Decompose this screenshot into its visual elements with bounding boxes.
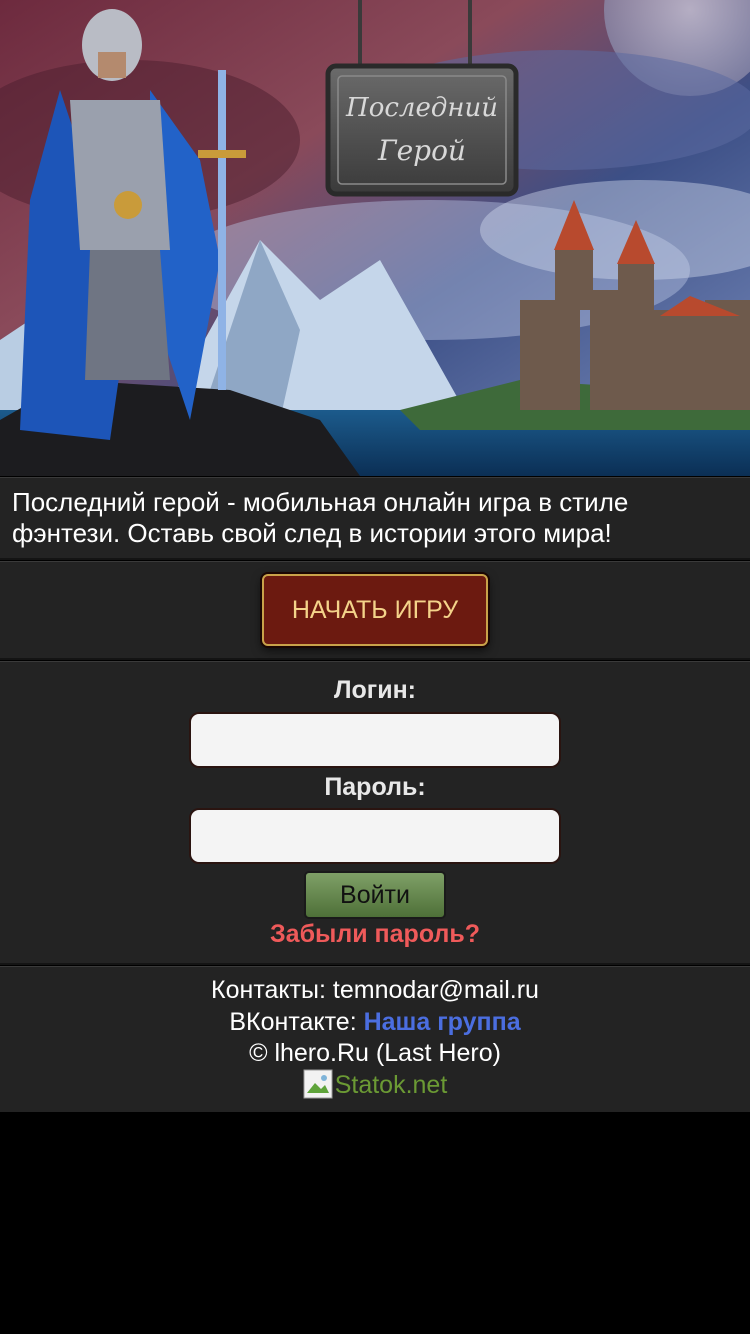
login-form: Логин: Пароль: Войти Забыли пароль? [0,661,750,965]
sign-line-1: Последний [345,93,498,123]
login-button[interactable]: Войти [304,871,446,919]
vk-line: ВКонтакте: Наша группа [0,1007,750,1038]
footer: Контакты: temnodar@mail.ru ВКонтакте: На… [0,966,750,1112]
contact-email: temnodar@mail.ru [332,976,539,1004]
game-description: Последний герой - мобильная онлайн игра … [12,487,629,548]
contacts-line: Контакты: temnodar@mail.ru [0,975,750,1006]
sign-line-2: Герой [377,134,466,167]
broken-image-icon [303,1069,333,1099]
hero-artwork: Последний Герой [0,0,750,476]
statok-counter-text: Statok.net [334,1071,448,1099]
forgot-password-link[interactable]: Забыли пароль? [0,920,750,949]
login-label: Логин: [333,676,417,704]
vk-group-link[interactable]: Наша группа [364,1008,521,1036]
contacts-label: Контакты: [211,976,333,1004]
start-panel: НАЧАТЬ ИГРУ [0,561,750,660]
statok-counter-link[interactable]: Statok.net [303,1069,448,1099]
password-label: Пароль: [324,773,426,801]
counter-line: Statok.net [0,1069,750,1101]
start-game-button[interactable]: НАЧАТЬ ИГРУ [262,574,488,646]
login-field[interactable] [189,712,561,768]
copyright: © lhero.Ru (Last Hero) [249,1039,501,1067]
hero-banner: Последний Герой [0,0,750,476]
page: Последний Герой Последний герой - мобиль… [0,0,750,1334]
description-panel: Последний герой - мобильная онлайн игра … [0,477,750,560]
password-field[interactable] [189,808,561,864]
vk-label: ВКонтакте: [229,1008,364,1036]
